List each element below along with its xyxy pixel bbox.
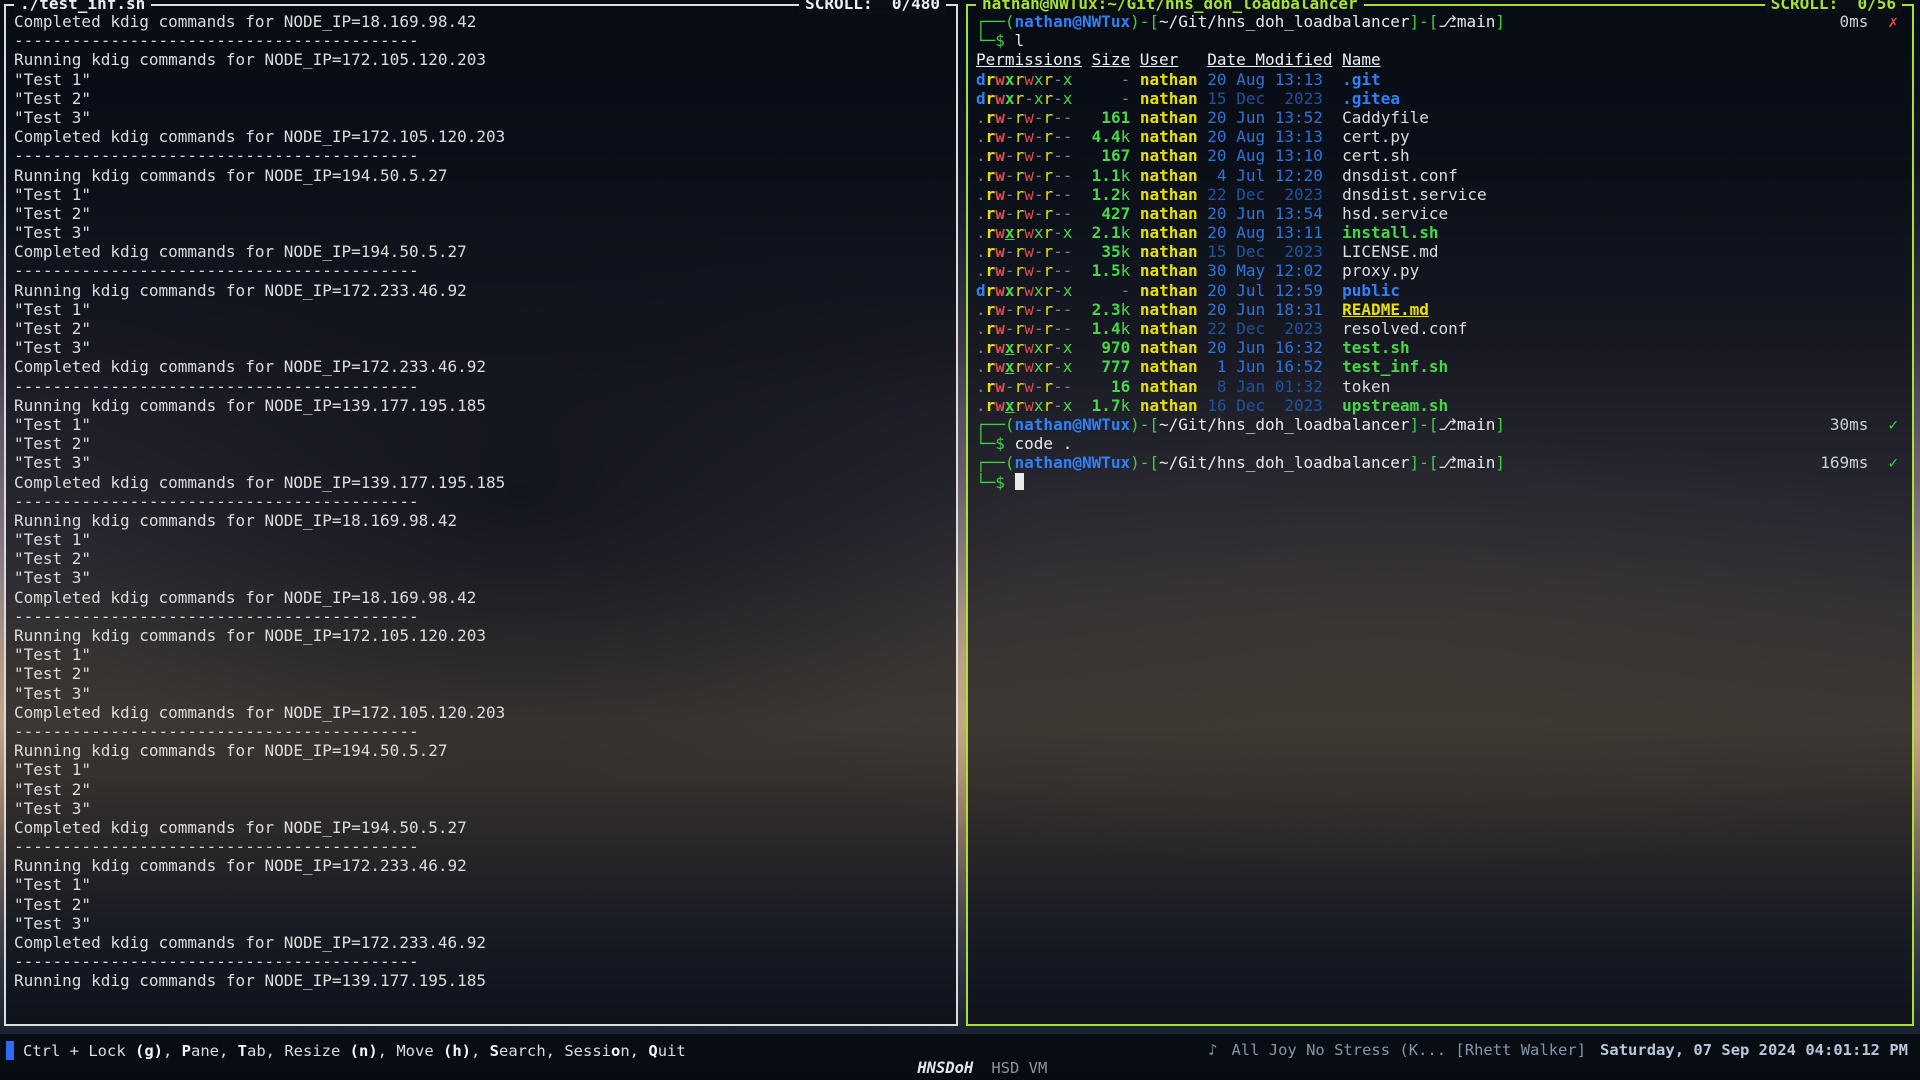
pane-shell[interactable]: nathan@NWTux:~/Git/hns_doh_loadbalancer … [966,4,1914,1026]
terminal-line: "Test 1" [14,760,948,779]
file-row: .rwxrwxr-x 2.1k nathan 20 Aug 13:11 inst… [976,223,1904,242]
music-icon: ♪ [1208,1041,1217,1059]
terminal-line: "Test 1" [14,70,948,89]
file-row: .rw-rw-r-- 427 nathan 20 Jun 13:54 hsd.s… [976,204,1904,223]
terminal-line: "Test 1" [14,530,948,549]
keybinding-hints: Ctrl + Lock (g), Pane, Tab, Resize (n), … [6,1041,686,1060]
shell-block-1: ┌──(nathan@NWTux)-[~/Git/hns_doh_loadbal… [976,415,1904,453]
terminal-line: Completed kdig commands for NODE_IP=172.… [14,357,948,376]
terminal-line: "Test 2" [14,89,948,108]
command-duration-status: 0ms✗ [1839,12,1898,31]
terminal-line: ----------------------------------------… [14,377,948,396]
terminal-line: └─$ [976,473,1904,492]
status-right: ♪ All Joy No Stress (K... [Rhett Walker]… [1208,1041,1908,1059]
right-pane-content: ┌──(nathan@NWTux)-[~/Git/hns_doh_loadbal… [968,6,1912,1024]
terminal-line: "Test 3" [14,108,948,127]
terminal-line: "Test 2" [14,664,948,683]
file-row: .rw-rw-r-- 2.3k nathan 20 Jun 18:31 READ… [976,300,1904,319]
terminal-line: "Test 3" [14,799,948,818]
terminal-line: └─$ code . [976,434,1904,453]
file-row: .rw-rw-r-- 4.4k nathan 20 Aug 13:13 cert… [976,127,1904,146]
file-row: .rw-rw-r-- 1.1k nathan 4 Jul 12:20 dnsdi… [976,166,1904,185]
clock: Saturday, 07 Sep 2024 04:01:12 PM [1600,1041,1908,1059]
left-pane-content: Completed kdig commands for NODE_IP=18.1… [6,6,956,1024]
terminal-line: Completed kdig commands for NODE_IP=18.1… [14,12,948,31]
file-row: drwxrwxr-x - nathan 20 Aug 13:13 .git [976,70,1904,89]
terminal-line: ----------------------------------------… [14,261,948,280]
file-row: .rw-rw-r-- 16 nathan 8 Jan 01:32 token [976,377,1904,396]
terminal-cursor [1015,473,1024,490]
file-row: .rwxrwxr-x 777 nathan 1 Jun 16:52 test_i… [976,357,1904,376]
terminal-line: "Test 3" [14,338,948,357]
file-listing: Permissions Size User Date Modified Name… [976,50,1904,415]
terminal-line: "Test 1" [14,645,948,664]
file-row: .rw-rw-r-- 161 nathan 20 Jun 13:52 Caddy… [976,108,1904,127]
terminal-line: "Test 2" [14,780,948,799]
terminal-line: "Test 1" [14,415,948,434]
terminal-line: Completed kdig commands for NODE_IP=172.… [14,703,948,722]
terminal-line: "Test 1" [14,185,948,204]
terminal-line: "Test 2" [14,319,948,338]
file-row: .rw-rw-r-- 35k nathan 15 Dec 2023 LICENS… [976,242,1904,261]
file-row: drwxr-xr-x - nathan 15 Dec 2023 .gitea [976,89,1904,108]
file-row: .rw-rw-r-- 1.2k nathan 22 Dec 2023 dnsdi… [976,185,1904,204]
file-row: .rwxrwxr-x 970 nathan 20 Jun 16:32 test.… [976,338,1904,357]
terminal-line: └─$ l [976,31,1904,50]
terminal-line: "Test 3" [14,684,948,703]
terminal-line: ----------------------------------------… [14,952,948,971]
terminal-line: "Test 3" [14,223,948,242]
terminal-line: "Test 2" [14,434,948,453]
terminal-line: "Test 2" [14,204,948,223]
file-row: .rw-rw-r-- 167 nathan 20 Aug 13:10 cert.… [976,146,1904,165]
terminal-line: Running kdig commands for NODE_IP=172.10… [14,50,948,69]
terminal-line: Completed kdig commands for NODE_IP=172.… [14,127,948,146]
terminal-line: Completed kdig commands for NODE_IP=194.… [14,818,948,837]
terminal-line: ----------------------------------------… [14,837,948,856]
terminal-line: Completed kdig commands for NODE_IP=194.… [14,242,948,261]
terminal-line: Completed kdig commands for NODE_IP=18.1… [14,588,948,607]
terminal-line: ----------------------------------------… [14,146,948,165]
terminal-line: ┌──(nathan@NWTux)-[~/Git/hns_doh_loadbal… [976,12,1904,31]
host-label: HSD VM [991,1059,1047,1077]
terminal-line: "Test 2" [14,549,948,568]
terminal-line: Running kdig commands for NODE_IP=172.10… [14,626,948,645]
terminal-line: "Test 1" [14,300,948,319]
command-duration-status: 169ms✓ [1820,453,1898,472]
terminal-line: "Test 3" [14,453,948,472]
terminal-line: Running kdig commands for NODE_IP=172.23… [14,281,948,300]
file-row: .rw-rw-r-- 1.4k nathan 22 Dec 2023 resol… [976,319,1904,338]
terminal-line: Running kdig commands for NODE_IP=18.169… [14,511,948,530]
mode-indicator-block [6,1041,14,1060]
shell-block-2: ┌──(nathan@NWTux)-[~/Git/hns_doh_loadbal… [976,453,1904,491]
terminal-line: ┌──(nathan@NWTux)-[~/Git/hns_doh_loadbal… [976,415,1904,434]
now-playing: All Joy No Stress (K... [Rhett Walker] [1231,1041,1586,1059]
terminal-line: Running kdig commands for NODE_IP=139.17… [14,971,948,990]
terminal-line: "Test 2" [14,895,948,914]
terminal-line: Running kdig commands for NODE_IP=172.23… [14,856,948,875]
terminal-line: Completed kdig commands for NODE_IP=172.… [14,933,948,952]
terminal-line: Permissions Size User Date Modified Name [976,50,1904,69]
terminal-line: ----------------------------------------… [14,492,948,511]
file-row: .rwxrwxr-x 1.7k nathan 16 Dec 2023 upstr… [976,396,1904,415]
terminal-line: ----------------------------------------… [14,31,948,50]
command-duration-status: 30ms✓ [1830,415,1898,434]
keybinding-text: Ctrl + Lock (g), Pane, Tab, Resize (n), … [23,1042,686,1060]
file-row: drwxrwxr-x - nathan 20 Jul 12:59 public [976,281,1904,300]
terminal-line: Completed kdig commands for NODE_IP=139.… [14,473,948,492]
terminal-line: Running kdig commands for NODE_IP=139.17… [14,396,948,415]
file-row: .rw-rw-r-- 1.5k nathan 30 May 12:02 prox… [976,261,1904,280]
terminal-line: "Test 1" [14,875,948,894]
terminal-line: Running kdig commands for NODE_IP=194.50… [14,741,948,760]
session-info: HNSDoH HSD VM [880,1041,1047,1080]
session-name: HNSDoH [917,1059,973,1077]
terminal-line: ┌──(nathan@NWTux)-[~/Git/hns_doh_loadbal… [976,453,1904,472]
shell-block-0: ┌──(nathan@NWTux)-[~/Git/hns_doh_loadbal… [976,12,1904,50]
status-bar: Ctrl + Lock (g), Pane, Tab, Resize (n), … [0,1034,1920,1080]
terminal-line: ----------------------------------------… [14,607,948,626]
terminal-line: ----------------------------------------… [14,722,948,741]
pane-test-script[interactable]: ./test_inf.sh SCROLL: 0/480 Completed kd… [4,4,958,1026]
terminal-line: Running kdig commands for NODE_IP=194.50… [14,166,948,185]
terminal-line: "Test 3" [14,568,948,587]
terminal-line: "Test 3" [14,914,948,933]
